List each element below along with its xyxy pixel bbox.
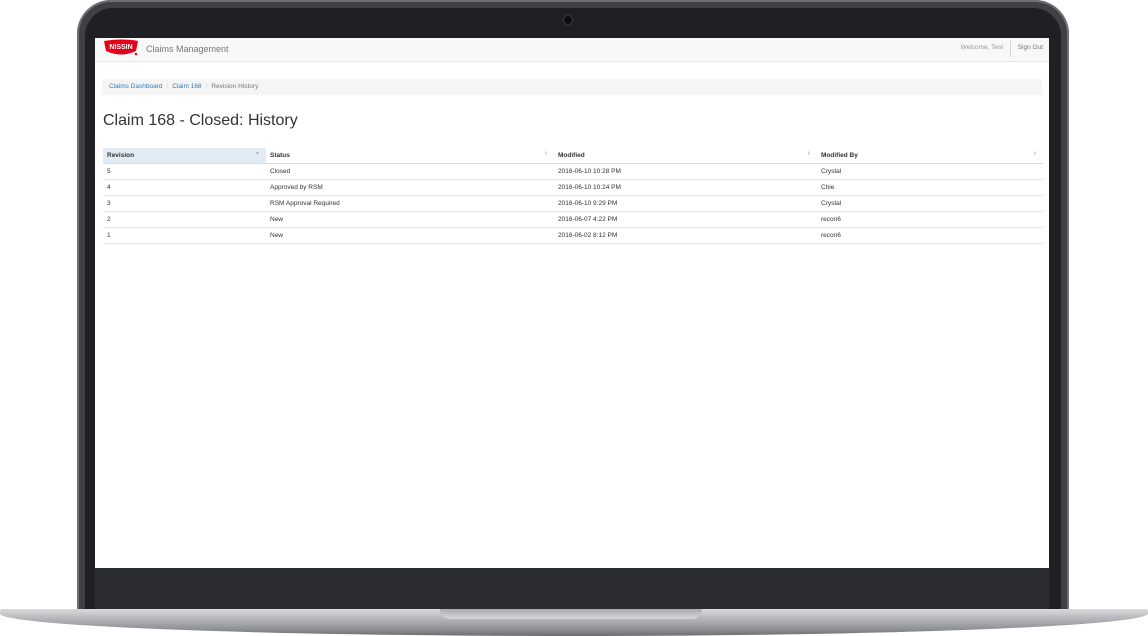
cell-revision: 5	[103, 163, 266, 180]
table-row[interactable]: 5 Closed 2016-06-10 10:28 PM Crystal	[103, 163, 1043, 180]
cell-status: RSM Approval Required	[266, 195, 554, 212]
column-header-label: Status	[270, 152, 290, 159]
sort-desc-icon: ▼	[255, 151, 260, 157]
revision-history-table: Revision ▼ Status ⇕ Modified ⇕ Modified …	[103, 148, 1043, 244]
welcome-text: Welcome, Test	[960, 44, 1003, 51]
page-title: Claim 168 - Closed: History	[103, 112, 298, 129]
cell-modified-by: Crystal	[817, 195, 1043, 212]
table-row[interactable]: 4 Approved by RSM 2016-06-10 10:24 PM Ch…	[103, 179, 1043, 196]
nissin-logo[interactable]: NISSIN	[103, 39, 139, 57]
cell-revision: 3	[103, 195, 266, 212]
sort-both-icon: ⇕	[1032, 151, 1037, 157]
cell-revision: 4	[103, 179, 266, 196]
laptop-chin	[95, 568, 1049, 611]
column-header-label: Modified By	[821, 152, 858, 159]
cell-revision: 1	[103, 227, 266, 244]
column-header-label: Revision	[107, 152, 135, 159]
cell-modified-by: recon6	[817, 227, 1043, 244]
breadcrumb: Claims Dashboard / Claim 168/Revision Hist…	[102, 79, 1042, 95]
column-header-modified-by[interactable]: Modified By ⇕	[817, 148, 1043, 164]
cell-modified: 2016-06-10 10:28 PM	[554, 163, 817, 180]
sign-out-link[interactable]: Sign Out	[1018, 44, 1043, 51]
cell-modified-by: Chie	[817, 179, 1043, 196]
cell-modified: 2016-06-10 10:24 PM	[554, 179, 817, 196]
cell-status: New	[266, 227, 554, 244]
column-header-status[interactable]: Status ⇕	[266, 148, 554, 164]
cell-modified: 2016-06-02 8:12 PM	[554, 227, 817, 244]
column-header-label: Modified	[558, 152, 585, 159]
column-header-revision[interactable]: Revision ▼	[103, 148, 266, 164]
table-row[interactable]: 2 New 2016-06-07 4:22 PM recon6	[103, 211, 1043, 228]
table-row[interactable]: 1 New 2016-06-02 8:12 PM recon6	[103, 227, 1043, 244]
nav-divider	[1010, 41, 1011, 57]
top-navbar: NISSIN Claims Management Welcome, Test S…	[95, 38, 1049, 62]
cell-modified-by: recon6	[817, 211, 1043, 228]
cell-modified: 2016-06-07 4:22 PM	[554, 211, 817, 228]
cell-modified-by: Crystal	[817, 163, 1043, 180]
table-row[interactable]: 3 RSM Approval Required 2016-06-10 9:29 …	[103, 195, 1043, 212]
column-header-modified[interactable]: Modified ⇕	[554, 148, 817, 164]
breadcrumb-claims-dashboard[interactable]: Claims Dashboard	[109, 83, 162, 90]
cell-status: New	[266, 211, 554, 228]
breadcrumb-separator: /	[205, 83, 208, 90]
svg-text:NISSIN: NISSIN	[109, 44, 132, 51]
table-header-row: Revision ▼ Status ⇕ Modified ⇕ Modified …	[103, 148, 1043, 164]
laptop-notch	[440, 609, 702, 619]
breadcrumb-current: Revision History	[211, 83, 259, 90]
cell-status: Closed	[266, 163, 554, 180]
cell-modified: 2016-06-10 9:29 PM	[554, 195, 817, 212]
breadcrumb-separator: /	[166, 83, 169, 90]
screen: NISSIN Claims Management Welcome, Test S…	[95, 38, 1049, 568]
webcam	[564, 16, 572, 24]
sort-both-icon: ⇕	[543, 151, 548, 157]
breadcrumb-claim[interactable]: Claim 168	[172, 83, 201, 90]
cell-status: Approved by RSM	[266, 179, 554, 196]
app-title[interactable]: Claims Management	[146, 44, 229, 54]
sort-both-icon: ⇕	[806, 151, 811, 157]
cell-revision: 2	[103, 211, 266, 228]
